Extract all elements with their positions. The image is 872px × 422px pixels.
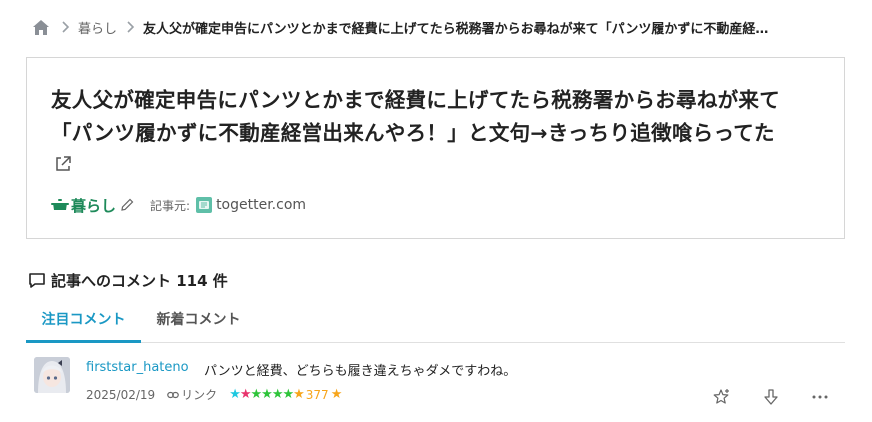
tab-new-comments[interactable]: 新着コメント <box>141 300 256 343</box>
chevron-right-icon <box>127 21 135 33</box>
avatar[interactable] <box>34 357 70 393</box>
entry-meta: 暮らし 記事元: togetter.com <box>51 194 306 216</box>
togetter-favicon <box>196 197 213 213</box>
comment-tabs: 注目コメント 新着コメント <box>26 300 845 343</box>
star-icon: ★ <box>250 387 263 402</box>
breadcrumb-current: 友人父が確定申告にパンツとかまで経費に上げてたら税務署からお尋ねが来て「パンツ履… <box>143 21 769 37</box>
pot-icon <box>51 198 69 212</box>
comment-body: パンツと経費、どちらも履き違えちゃダメですわね。 <box>204 364 517 379</box>
link-label: リンク <box>181 388 218 402</box>
add-star-icon[interactable] <box>711 387 731 407</box>
star-icon: ★ <box>239 387 252 402</box>
star-list[interactable]: ★ ★ ★ ★ ★ ★ ★ 377 ★ <box>229 387 343 402</box>
star-icon: ★ <box>261 387 273 402</box>
speech-bubble-icon <box>29 273 45 288</box>
source-domain-link[interactable]: togetter.com <box>216 197 306 213</box>
link-icon <box>167 391 179 398</box>
comments-heading: 記事へのコメント 114 件 <box>28 270 228 291</box>
category-link[interactable]: 暮らし <box>71 195 116 216</box>
comment-item: firststar_hateno パンツと経費、どちらも履き違えちゃダメですわね… <box>34 357 844 417</box>
chevron-right-icon <box>62 21 70 33</box>
comment-permalink[interactable]: リンク <box>167 386 217 403</box>
tab-featured-comments[interactable]: 注目コメント <box>26 300 141 343</box>
star-icon: ★ <box>282 387 294 402</box>
star-icon: ★ <box>229 387 241 402</box>
pencil-icon[interactable] <box>120 198 134 212</box>
entry-card: 友人父が確定申告にパンツとかまで経費に上げてたら税務署からお尋ねが来て「パンツ履… <box>26 57 845 239</box>
comments-heading-text: 記事へのコメント 114 件 <box>51 272 228 290</box>
entry-title[interactable]: 友人父が確定申告にパンツとかまで経費に上げてたら税務署からお尋ねが来て「パンツ履… <box>51 84 821 150</box>
breadcrumb-category-link[interactable]: 暮らし <box>78 18 117 37</box>
star-icon: ★ <box>330 387 343 402</box>
comment-meta: 2025/02/19 リンク ★ ★ ★ ★ ★ ★ ★ 377 ★ <box>86 386 343 403</box>
home-icon[interactable] <box>30 16 52 38</box>
breadcrumb: 暮らし 友人父が確定申告にパンツとかまで経費に上げてたら税務署からお尋ねが来て「… <box>30 14 860 40</box>
comment-date[interactable]: 2025/02/19 <box>86 388 155 402</box>
more-icon[interactable] <box>810 387 830 407</box>
external-link-icon[interactable] <box>54 155 72 173</box>
source-label: 記事元: <box>150 198 191 213</box>
star-icon: ★ <box>271 387 284 402</box>
comment-username[interactable]: firststar_hateno <box>86 360 189 375</box>
star-count: 377 <box>305 387 329 402</box>
bury-icon[interactable] <box>761 387 781 407</box>
star-icon: ★ <box>293 387 305 402</box>
